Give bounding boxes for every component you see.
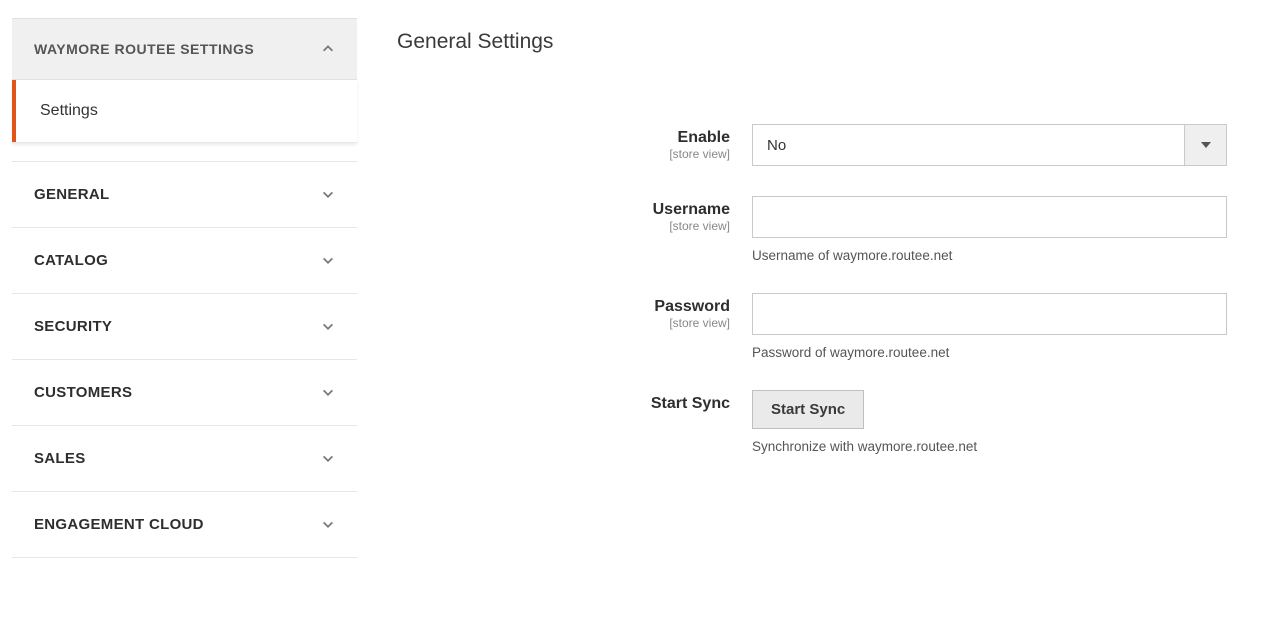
sidebar-subitem-label: Settings bbox=[40, 102, 98, 119]
sidebar-section-label: GENERAL bbox=[34, 186, 109, 203]
chevron-down-icon bbox=[321, 518, 335, 532]
start-sync-button[interactable]: Start Sync bbox=[752, 390, 864, 429]
page-layout: WAYMORE ROUTEE SETTINGS Settings GENERAL… bbox=[0, 0, 1284, 558]
enable-label: Enable bbox=[397, 128, 730, 147]
form-row-enable: Enable [store view] No bbox=[397, 124, 1244, 166]
page-title: General Settings bbox=[397, 30, 1244, 54]
form-label-col: Username [store view] bbox=[397, 196, 752, 233]
username-input[interactable] bbox=[752, 196, 1227, 238]
password-help: Password of waymore.routee.net bbox=[752, 345, 1227, 360]
enable-select[interactable]: No bbox=[752, 124, 1227, 166]
sidebar-section-label: CUSTOMERS bbox=[34, 384, 132, 401]
form-label-col: Enable [store view] bbox=[397, 124, 752, 161]
sidebar-subitems: Settings bbox=[12, 80, 357, 143]
chevron-down-icon bbox=[321, 386, 335, 400]
config-sidebar: WAYMORE ROUTEE SETTINGS Settings GENERAL… bbox=[12, 18, 357, 558]
sidebar-section-catalog[interactable]: CATALOG bbox=[12, 228, 357, 294]
sidebar-section-label: WAYMORE ROUTEE SETTINGS bbox=[34, 41, 254, 57]
sidebar-section-label: SECURITY bbox=[34, 318, 112, 335]
form-row-password: Password [store view] Password of waymor… bbox=[397, 293, 1244, 360]
sidebar-subitem-settings[interactable]: Settings bbox=[12, 80, 357, 142]
sidebar-section-sales[interactable]: SALES bbox=[12, 426, 357, 492]
form-row-username: Username [store view] Username of waymor… bbox=[397, 196, 1244, 263]
form-label-col: Password [store view] bbox=[397, 293, 752, 330]
form-control-col: Start Sync Synchronize with waymore.rout… bbox=[752, 390, 1227, 454]
enable-select-value: No bbox=[753, 125, 1184, 165]
chevron-down-icon bbox=[321, 188, 335, 202]
sidebar-section-security[interactable]: SECURITY bbox=[12, 294, 357, 360]
form-control-col: Password of waymore.routee.net bbox=[752, 293, 1227, 360]
form-control-col: No bbox=[752, 124, 1227, 166]
main-content: General Settings Enable [store view] No … bbox=[357, 18, 1284, 558]
sidebar-section-general[interactable]: GENERAL bbox=[12, 161, 357, 228]
sidebar-section-engagement-cloud[interactable]: ENGAGEMENT CLOUD bbox=[12, 492, 357, 558]
chevron-down-icon bbox=[321, 254, 335, 268]
start-sync-help: Synchronize with waymore.routee.net bbox=[752, 439, 1227, 454]
dropdown-icon bbox=[1184, 125, 1226, 165]
password-label: Password bbox=[397, 297, 730, 316]
chevron-up-icon bbox=[321, 42, 335, 56]
sidebar-section-waymore-routee[interactable]: WAYMORE ROUTEE SETTINGS bbox=[12, 18, 357, 80]
scope-label: [store view] bbox=[397, 219, 730, 233]
sidebar-section-label: CATALOG bbox=[34, 252, 108, 269]
chevron-down-icon bbox=[321, 320, 335, 334]
chevron-down-icon bbox=[321, 452, 335, 466]
sidebar-section-label: SALES bbox=[34, 450, 86, 467]
username-help: Username of waymore.routee.net bbox=[752, 248, 1227, 263]
scope-label: [store view] bbox=[397, 147, 730, 161]
password-input[interactable] bbox=[752, 293, 1227, 335]
sidebar-section-label: ENGAGEMENT CLOUD bbox=[34, 516, 204, 533]
form-row-start-sync: Start Sync Start Sync Synchronize with w… bbox=[397, 390, 1244, 454]
form-control-col: Username of waymore.routee.net bbox=[752, 196, 1227, 263]
scope-label: [store view] bbox=[397, 316, 730, 330]
sidebar-section-customers[interactable]: CUSTOMERS bbox=[12, 360, 357, 426]
start-sync-label: Start Sync bbox=[397, 394, 730, 413]
form-label-col: Start Sync bbox=[397, 390, 752, 413]
username-label: Username bbox=[397, 200, 730, 219]
